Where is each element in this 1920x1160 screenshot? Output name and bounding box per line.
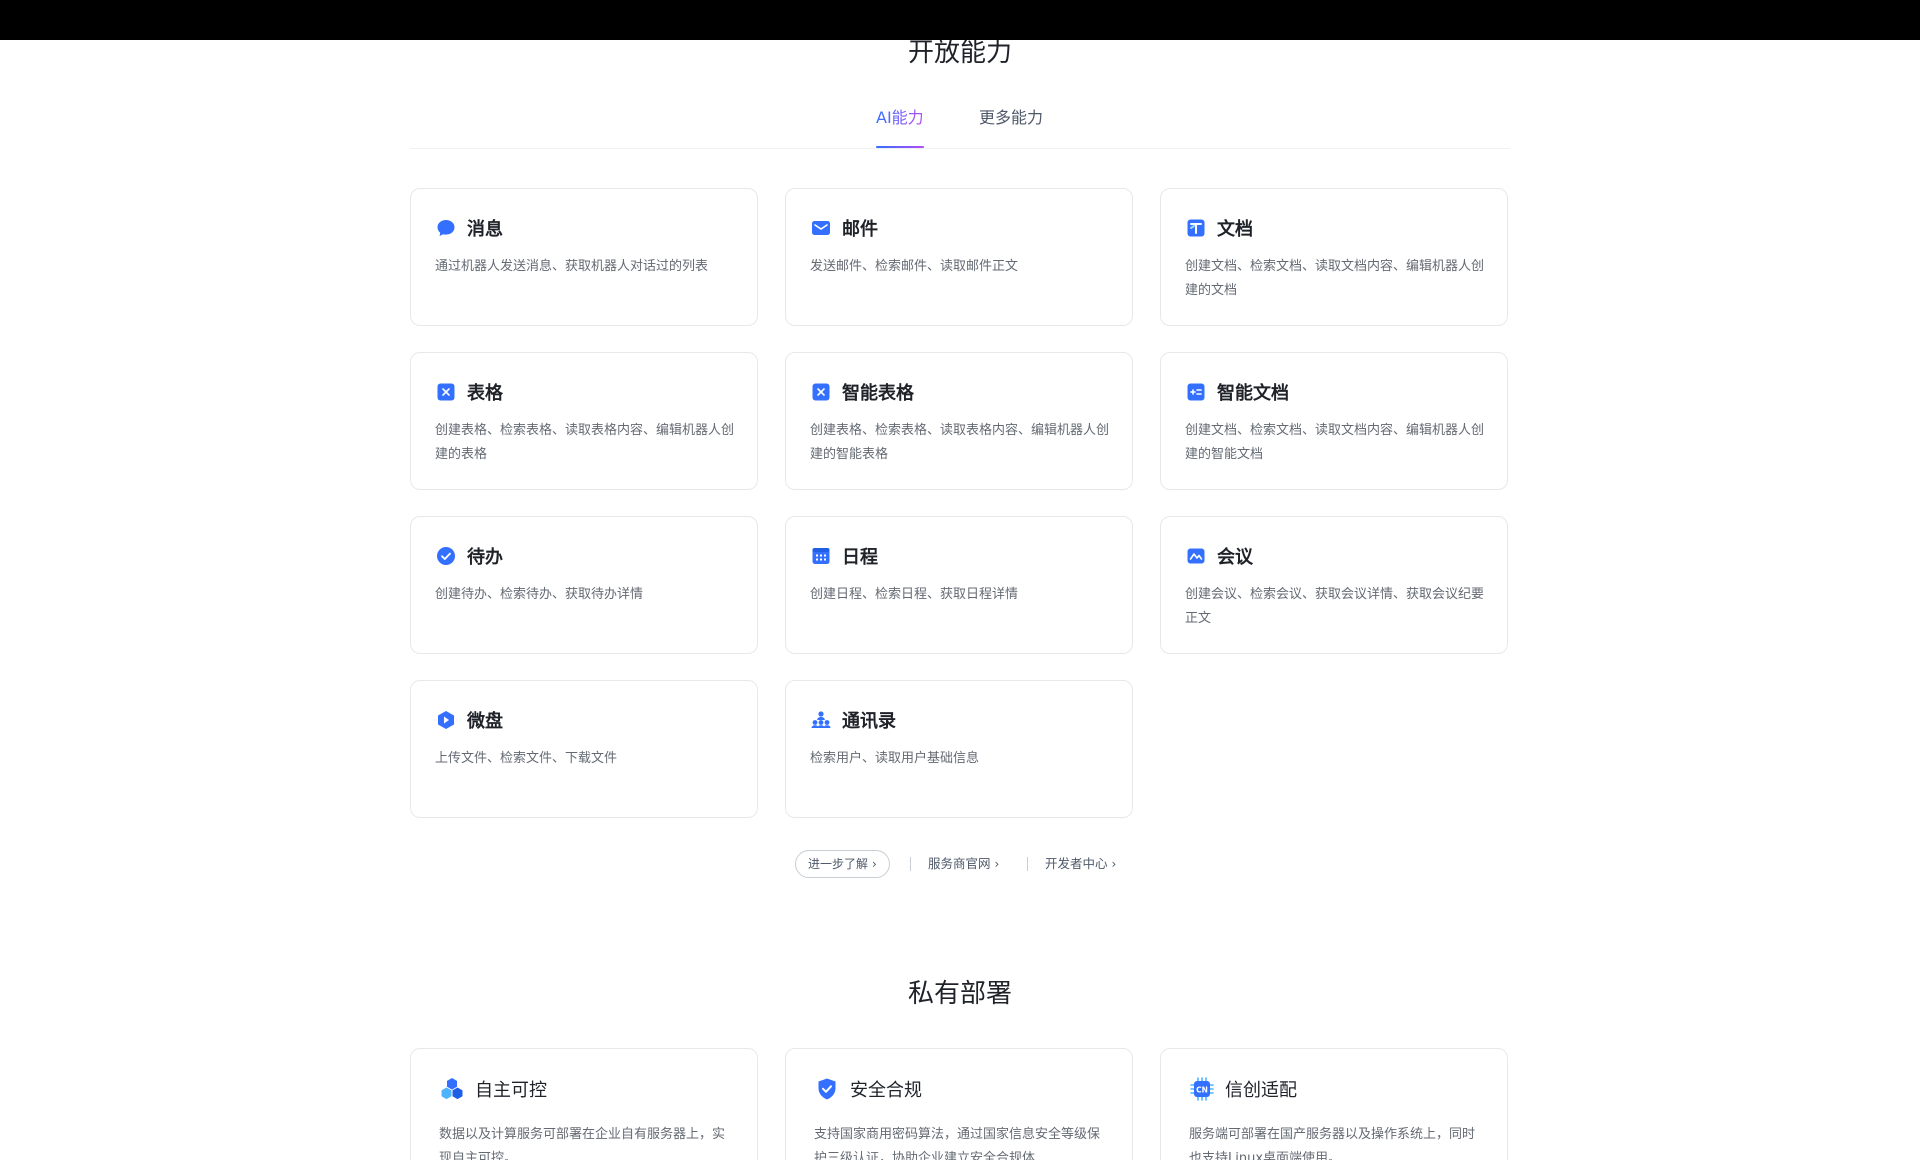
card-title: 微盘 (467, 711, 503, 732)
meeting-icon (1185, 545, 1207, 567)
tab-more-ability-label: 更多能力 (979, 108, 1044, 127)
document-icon (1185, 217, 1207, 239)
card-contacts[interactable]: 通讯录 检索用户、读取用户基础信息 (785, 680, 1133, 818)
card-title: 文档 (1217, 219, 1253, 240)
divider (910, 857, 911, 871)
card-desc: 创建日程、检索日程、获取日程详情 (810, 587, 1019, 602)
mail-icon (810, 217, 832, 239)
card-message[interactable]: 消息 通过机器人发送消息、获取机器人对话过的列表 (410, 188, 758, 326)
card-meeting[interactable]: 会议 创建会议、检索会议、获取会议详情、获取会议纪要正文 (1160, 516, 1508, 654)
card-calendar[interactable]: 日程 创建日程、检索日程、获取日程详情 (785, 516, 1133, 654)
provider-site-link[interactable]: 服务商官网 › (928, 850, 999, 878)
tab-ai-ability-label: AI能力 (876, 108, 924, 127)
more-links: 进一步了解 › 服务商官网 › 开发者中心 › (0, 850, 1920, 878)
card-desc: 创建表格、检索表格、读取表格内容、编辑机器人创建的智能表格 (810, 423, 1110, 462)
card-document[interactable]: 文档 创建文档、检索文档、读取文档内容、编辑机器人创建的文档 (1160, 188, 1508, 326)
card-security-compliance[interactable]: 安全合规 支持国家商用密码算法，通过国家信息安全等级保护三级认证，协助企业建立安… (785, 1048, 1133, 1160)
card-title: 信创适配 (1225, 1080, 1297, 1101)
learn-more-label: 进一步了解 (808, 857, 869, 871)
smart-sheet-icon (810, 381, 832, 403)
calendar-icon (810, 545, 832, 567)
card-desc: 服务端可部署在国产服务器以及操作系统上，同时也支持Linux桌面端使用。 (1189, 1127, 1476, 1160)
chevron-right-icon: › (994, 857, 1000, 871)
card-title: 通讯录 (842, 711, 896, 732)
ability-tabs: AI能力 更多能力 (410, 100, 1510, 149)
message-bubble-icon (435, 217, 457, 239)
shield-check-icon (814, 1076, 840, 1102)
card-desc: 数据以及计算服务可部署在企业自有服务器上，实现自主可控。 (439, 1127, 726, 1160)
card-desc: 检索用户、读取用户基础信息 (810, 751, 980, 766)
hexagon-cluster-icon (439, 1076, 465, 1102)
card-title: 表格 (467, 383, 503, 404)
chevron-right-icon: › (872, 857, 877, 871)
card-title: 日程 (842, 547, 878, 568)
developer-center-label: 开发者中心 (1045, 856, 1108, 871)
svg-text:CN: CN (1196, 1086, 1208, 1095)
provider-site-label: 服务商官网 (928, 856, 991, 871)
card-desc: 创建待办、检索待办、获取待办详情 (435, 587, 644, 602)
section-title-open-ability: 开放能力 (907, 40, 1012, 68)
learn-more-button[interactable]: 进一步了解 › (795, 850, 890, 878)
card-title: 智能表格 (842, 383, 914, 404)
card-desc: 上传文件、检索文件、下载文件 (435, 751, 618, 766)
card-self-controlled[interactable]: 自主可控 数据以及计算服务可部署在企业自有服务器上，实现自主可控。 (410, 1048, 758, 1160)
card-desc: 创建文档、检索文档、读取文档内容、编辑机器人创建的文档 (1185, 259, 1485, 298)
tab-more-ability[interactable]: 更多能力 (979, 100, 1049, 148)
card-title: 会议 (1217, 547, 1253, 568)
card-mail[interactable]: 邮件 发送邮件、检索邮件、读取邮件正文 (785, 188, 1133, 326)
card-title: 邮件 (842, 219, 878, 240)
section-title-private-deploy: 私有部署 (907, 979, 1012, 1009)
smart-doc-icon (1185, 381, 1207, 403)
card-desc: 支持国家商用密码算法，通过国家信息安全等级保护三级认证，协助企业建立安全合规体 (814, 1127, 1101, 1160)
chevron-right-icon: › (1111, 857, 1117, 871)
divider (1027, 857, 1028, 871)
card-smart-doc[interactable]: 智能文档 创建文档、检索文档、读取文档内容、编辑机器人创建的智能文档 (1160, 352, 1508, 490)
top-black-bar (0, 0, 1920, 40)
tab-ai-ability[interactable]: AI能力 (876, 100, 924, 148)
page: 开放能力 AI能力 更多能力 消息 通过机器人发送消息、获取机器人对话过的列表 … (0, 40, 1920, 1160)
card-desc: 通过机器人发送消息、获取机器人对话过的列表 (435, 259, 709, 274)
card-drive[interactable]: 微盘 上传文件、检索文件、下载文件 (410, 680, 758, 818)
card-title: 智能文档 (1217, 383, 1289, 404)
cn-chip-icon: CN (1189, 1076, 1215, 1102)
card-sheet[interactable]: 表格 创建表格、检索表格、读取表格内容、编辑机器人创建的表格 (410, 352, 758, 490)
card-todo[interactable]: 待办 创建待办、检索待办、获取待办详情 (410, 516, 758, 654)
card-title: 消息 (467, 219, 503, 240)
drive-icon (435, 709, 457, 731)
card-title: 自主可控 (475, 1080, 547, 1101)
tab-active-underline (876, 146, 924, 148)
card-desc: 创建文档、检索文档、读取文档内容、编辑机器人创建的智能文档 (1185, 423, 1485, 462)
sheet-icon (435, 381, 457, 403)
card-smart-sheet[interactable]: 智能表格 创建表格、检索表格、读取表格内容、编辑机器人创建的智能表格 (785, 352, 1133, 490)
card-desc: 创建会议、检索会议、获取会议详情、获取会议纪要正文 (1185, 587, 1485, 626)
card-xinchuang-adaptation[interactable]: CN 信创适配 服务端可部署在国产服务器以及操作系统上，同时也支持Linux桌面… (1160, 1048, 1508, 1160)
todo-check-icon (435, 545, 457, 567)
card-title: 待办 (467, 547, 503, 568)
card-desc: 发送邮件、检索邮件、读取邮件正文 (810, 259, 1019, 274)
card-title: 安全合规 (850, 1080, 922, 1101)
card-desc: 创建表格、检索表格、读取表格内容、编辑机器人创建的表格 (435, 423, 735, 462)
contacts-icon (810, 709, 832, 731)
developer-center-link[interactable]: 开发者中心 › (1045, 850, 1116, 878)
